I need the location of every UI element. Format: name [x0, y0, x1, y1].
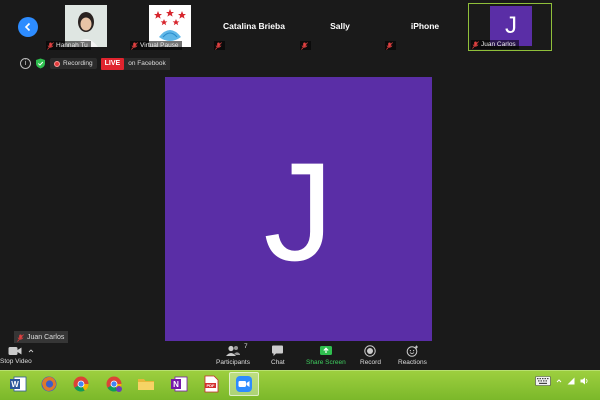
chat-button[interactable]: Chat	[271, 345, 285, 366]
chevron-up-icon[interactable]	[28, 348, 34, 354]
participant-name: Hannah Tu	[56, 42, 88, 49]
recording-indicator[interactable]: Recording	[50, 58, 97, 69]
mic-muted-icon	[131, 41, 138, 50]
keyboard-icon[interactable]	[535, 376, 551, 386]
word-icon: W	[10, 376, 27, 392]
share-screen-button[interactable]: Share Screen	[306, 345, 346, 366]
participant-tile-virtual-pause[interactable]: Virtual Pause	[128, 3, 212, 51]
system-tray	[535, 376, 589, 386]
record-icon	[364, 345, 377, 357]
taskbar-firefox[interactable]	[34, 372, 64, 396]
record-label: Record	[360, 359, 381, 366]
participant-tile-hannah[interactable]: Hannah Tu	[44, 3, 128, 51]
meeting-status-row: i Recording LIVE on Facebook	[20, 57, 170, 70]
participant-name: Sally	[330, 21, 350, 31]
taskbar-chrome-profile[interactable]	[99, 372, 129, 396]
participants-count: 7	[243, 343, 248, 350]
share-screen-label: Share Screen	[306, 359, 346, 366]
mic-muted-icon	[301, 41, 308, 50]
stop-video-button[interactable]: Stop Video	[0, 346, 34, 365]
onenote-icon: N	[171, 376, 188, 392]
avatar-letter: J	[505, 12, 517, 39]
participant-tile-iphone[interactable]: iPhone	[383, 3, 467, 51]
show-hidden-icons-icon[interactable]	[556, 378, 562, 384]
participant-label: Virtual Pause	[130, 41, 182, 50]
chat-bubble-icon	[272, 345, 284, 356]
chevron-left-icon	[24, 22, 31, 32]
participants-button[interactable]: 7 Participants	[216, 343, 250, 366]
taskbar-zoom[interactable]	[229, 372, 259, 396]
mic-muted-icon	[17, 333, 24, 342]
firefox-icon	[41, 376, 57, 392]
taskbar-file-explorer[interactable]	[131, 372, 161, 396]
svg-text:W: W	[11, 380, 19, 389]
participant-name: Virtual Pause	[140, 42, 179, 49]
file-explorer-icon	[138, 379, 154, 390]
taskbar-word[interactable]: W	[3, 372, 33, 396]
live-stream-indicator[interactable]: LIVE on Facebook	[100, 57, 170, 70]
participant-label: Hannah Tu	[46, 41, 91, 50]
participants-label: Participants	[216, 359, 250, 366]
smiley-plus-icon	[406, 345, 418, 357]
live-destination: on Facebook	[124, 57, 170, 70]
meeting-toolbar	[0, 343, 600, 370]
mic-muted-icon	[47, 41, 54, 50]
pdf-icon: PDF	[204, 375, 219, 393]
speaker-name: Juan Carlos	[27, 334, 65, 341]
live-badge: LIVE	[100, 57, 125, 70]
participant-label: Juan Carlos	[471, 40, 519, 49]
record-button[interactable]: Record	[360, 345, 381, 366]
participant-name: Catalina Brieba	[223, 21, 285, 31]
mic-muted-icon	[386, 41, 393, 50]
participant-tile-sally[interactable]: Sally	[298, 3, 382, 51]
info-icon[interactable]: i	[20, 58, 31, 69]
participant-tile-juan-carlos[interactable]: J Juan Carlos	[468, 3, 552, 51]
taskbar-pdf[interactable]: PDF	[196, 372, 226, 396]
participant-name: iPhone	[410, 21, 440, 31]
collapse-strip-button[interactable]	[18, 17, 38, 37]
participant-tile-catalina[interactable]: Catalina Brieba	[212, 3, 296, 51]
video-camera-icon	[8, 347, 22, 355]
shield-check-icon[interactable]	[35, 58, 46, 69]
recording-dot-icon	[54, 60, 60, 67]
main-video-avatar: J	[165, 77, 432, 341]
svg-text:PDF: PDF	[207, 383, 216, 388]
zoom-icon	[236, 376, 252, 392]
avatar-letter: J	[263, 133, 334, 290]
stop-video-label: Stop Video	[0, 358, 32, 365]
chat-label: Chat	[271, 359, 285, 366]
taskbar-onenote[interactable]: N	[164, 372, 194, 396]
participant-label	[214, 41, 225, 50]
network-icon[interactable]	[567, 377, 575, 385]
participant-label	[300, 41, 311, 50]
chrome-alt-icon	[106, 376, 122, 392]
mic-muted-icon	[215, 41, 222, 50]
taskbar-chrome[interactable]	[66, 372, 96, 396]
reactions-button[interactable]: Reactions	[398, 345, 427, 366]
share-screen-icon	[319, 346, 332, 355]
svg-text:N: N	[173, 380, 179, 389]
participants-icon	[225, 345, 240, 356]
participant-name: Juan Carlos	[481, 41, 516, 48]
volume-icon[interactable]	[580, 377, 589, 385]
mic-muted-icon	[472, 40, 479, 49]
chrome-icon	[73, 376, 89, 392]
reactions-label: Reactions	[398, 359, 427, 366]
participant-label	[385, 41, 396, 50]
recording-label: Recording	[63, 60, 93, 67]
